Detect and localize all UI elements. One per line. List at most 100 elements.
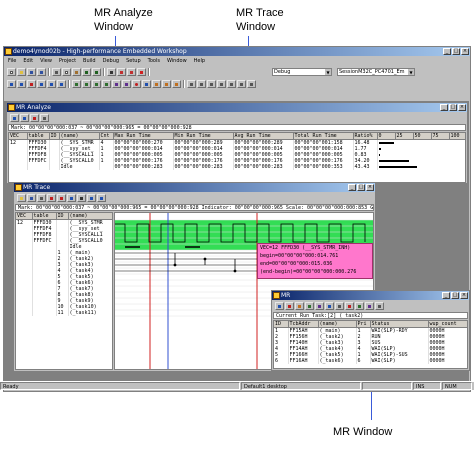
paste-button[interactable] (72, 67, 81, 76)
mr-toolbar-button-3[interactable] (295, 302, 304, 310)
mr-analyze-minimize-button[interactable]: _ (440, 104, 448, 111)
copy-button[interactable] (62, 67, 71, 76)
arrow-left-icon (90, 197, 93, 200)
mr-analyze-window[interactable]: MR Analyze _ □ × Mark: 00"00"00"000:037 … (6, 102, 468, 184)
mr-toolbar-button-6[interactable] (325, 302, 334, 310)
trace-prev-button[interactable] (87, 194, 96, 202)
debug-button-19[interactable] (197, 79, 206, 88)
mr-minimize-button[interactable]: _ (442, 292, 450, 299)
debug-button-18[interactable] (187, 79, 196, 88)
mr-trace-maximize-button[interactable]: □ (357, 184, 365, 191)
mr-toolbar-button-9[interactable] (355, 302, 364, 310)
menu-setup[interactable]: Setup (126, 57, 141, 65)
debug-button-16[interactable] (162, 79, 171, 88)
debug-button-5[interactable] (47, 79, 56, 88)
mr-toolbar-button-1[interactable] (275, 302, 284, 310)
trace-zoom-out-button[interactable] (57, 194, 66, 202)
debug-button-9[interactable] (92, 79, 101, 88)
trace-zoom-in-button[interactable] (47, 194, 56, 202)
mr-analyze-maximize-button[interactable]: □ (449, 104, 457, 111)
menu-edit[interactable]: Edit (23, 57, 33, 65)
menu-window[interactable]: Window (167, 57, 187, 65)
mr-trace-close-button[interactable]: × (366, 184, 374, 191)
debug-button-4[interactable] (37, 79, 46, 88)
debug-button-23[interactable] (237, 79, 246, 88)
debug-button-20[interactable] (207, 79, 216, 88)
mr-trace-minimize-button[interactable]: _ (348, 184, 356, 191)
trace-find-button[interactable] (77, 194, 86, 202)
debug-button-15[interactable] (152, 79, 161, 88)
debug-button-7[interactable] (72, 79, 81, 88)
debug-button-10[interactable] (102, 79, 111, 88)
cut-button[interactable] (52, 67, 61, 76)
debug-button-1[interactable] (7, 79, 16, 88)
debug-button-22[interactable] (227, 79, 236, 88)
console-icon (240, 82, 243, 86)
trace-mark-button[interactable] (67, 194, 76, 202)
redo-button[interactable] (92, 67, 101, 76)
task-switch-dot (173, 263, 177, 267)
save-button[interactable] (27, 67, 36, 76)
menu-file[interactable]: File (8, 57, 16, 65)
trace-open-button[interactable] (17, 194, 26, 202)
menu-view[interactable]: View (40, 57, 52, 65)
analyze-row[interactable]: Idle 00"00"00"000:283 00"00"00"000:283 00"0… (9, 164, 465, 170)
open-file-button[interactable] (17, 67, 26, 76)
mr-maximize-button[interactable]: □ (451, 292, 459, 299)
find-button[interactable] (107, 67, 116, 76)
hew-title-bar[interactable]: demo4\mod02b - High-performance Embedded… (4, 47, 470, 56)
trace-row[interactable]: 11 (_task11) (16, 310, 112, 316)
close-button[interactable]: × (461, 48, 469, 55)
build-all-button[interactable] (127, 67, 136, 76)
mr-toolbar-button-7[interactable] (335, 302, 344, 310)
save-all-button[interactable] (37, 67, 46, 76)
new-file-button[interactable] (7, 67, 16, 76)
mr-task-row[interactable]: 6 FF16AH (_task6) 6 WAI(SLP) 0000H (274, 358, 467, 364)
menu-help[interactable]: Help (194, 57, 205, 65)
mr-toolbar-button-10[interactable] (365, 302, 374, 310)
mr-analyze-close-button[interactable]: × (458, 104, 466, 111)
undo-button[interactable] (82, 67, 91, 76)
debug-button-21[interactable] (217, 79, 226, 88)
menu-tools[interactable]: Tools (148, 57, 160, 65)
trace-print-button[interactable] (37, 194, 46, 202)
mr-close-button[interactable]: × (460, 292, 468, 299)
debug-button-3[interactable] (27, 79, 36, 88)
minimize-button[interactable]: _ (443, 48, 451, 55)
build-config-combo[interactable]: Debug ▼ (272, 67, 332, 76)
menu-debug[interactable]: Debug (103, 57, 119, 65)
mr-analyze-title-bar[interactable]: MR Analyze _ □ × (7, 103, 467, 112)
debug-button-2[interactable] (17, 79, 26, 88)
debug-button-17[interactable] (172, 79, 181, 88)
debug-button-13[interactable] (132, 79, 141, 88)
debug-button-12[interactable] (122, 79, 131, 88)
debug-button-6[interactable] (57, 79, 66, 88)
debug-button-24[interactable] (247, 79, 256, 88)
mr-window[interactable]: MR _ □ × Current Run Task:[2] (_task2) I… (271, 290, 470, 371)
mr-toolbar-button-5[interactable] (315, 302, 324, 310)
binoculars-icon (80, 197, 83, 200)
help-icon (43, 117, 46, 120)
mr-toolbar-button-2[interactable] (285, 302, 294, 310)
debug-button-8[interactable] (82, 79, 91, 88)
mr-trace-title-bar[interactable]: MR Trace _ □ × (14, 183, 375, 192)
analyze-cell (27, 164, 50, 170)
analyze-chart-button[interactable] (30, 114, 39, 122)
trace-next-button[interactable] (97, 194, 106, 202)
mr-window-title-bar[interactable]: MR _ □ × (272, 291, 469, 300)
stop-build-button[interactable] (137, 67, 146, 76)
build-button[interactable] (117, 67, 126, 76)
menu-project[interactable]: Project (59, 57, 76, 65)
maximize-button[interactable]: □ (452, 48, 460, 55)
mr-toolbar-button-4[interactable] (305, 302, 314, 310)
debug-button-11[interactable] (112, 79, 121, 88)
mr-toolbar-button-11[interactable] (375, 302, 384, 310)
trace-save-button[interactable] (27, 194, 36, 202)
analyze-refresh-button[interactable] (20, 114, 29, 122)
analyze-config-button[interactable] (10, 114, 19, 122)
session-combo[interactable]: SessionM32C_PC4701_Em ▼ (337, 67, 415, 76)
mr-toolbar-button-8[interactable] (345, 302, 354, 310)
menu-build[interactable]: Build (83, 57, 96, 65)
analyze-help-button[interactable] (40, 114, 49, 122)
debug-button-14[interactable] (142, 79, 151, 88)
